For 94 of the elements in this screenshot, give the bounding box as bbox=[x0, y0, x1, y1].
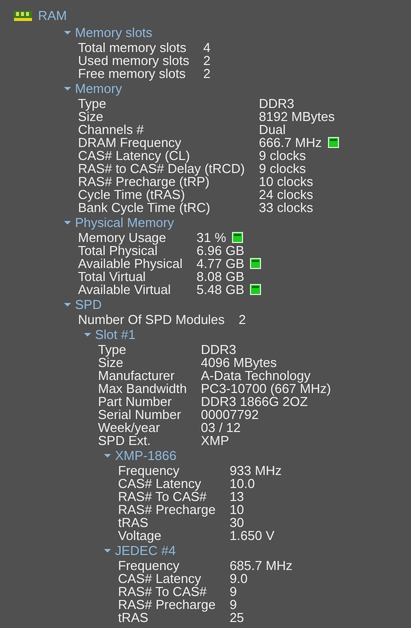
property-label: RAS# To CAS# bbox=[118, 490, 208, 503]
property-label: CAS# Latency bbox=[118, 572, 202, 585]
status-indicator-icon bbox=[250, 258, 262, 269]
property-label: Week/year bbox=[98, 421, 161, 434]
property-value: PC3-10700 (667 MHz) bbox=[200, 382, 331, 395]
section-title[interactable]: Memory bbox=[75, 80, 122, 97]
property-value: 666.7 MHz bbox=[258, 136, 322, 149]
property-value: DDR3 1866G 2OZ bbox=[200, 395, 308, 408]
section-title[interactable]: XMP-1866 bbox=[115, 447, 176, 464]
tree-root-title[interactable]: RAM bbox=[38, 7, 67, 24]
property-label: Available Virtual bbox=[78, 283, 172, 296]
property-value: 24 clocks bbox=[258, 188, 314, 201]
property-value: 4.77 GB bbox=[196, 257, 244, 270]
property-label: Used memory slots bbox=[78, 54, 190, 67]
property-value: 33 clocks bbox=[258, 201, 314, 214]
property-value: 685.7 MHz bbox=[230, 559, 292, 572]
property-label: Type bbox=[78, 97, 108, 110]
property-label: DRAM Frequency bbox=[78, 136, 182, 149]
property-value: 4096 MBytes bbox=[200, 356, 277, 369]
property-label: Cycle Time (tRAS) bbox=[78, 188, 185, 201]
property-label: Size bbox=[78, 110, 104, 123]
property-value: 8192 MBytes bbox=[258, 110, 335, 123]
property-label: Frequency bbox=[118, 559, 180, 572]
property-label: Voltage bbox=[118, 529, 162, 542]
property-value: 10.0 bbox=[230, 477, 255, 490]
property-value: 31 % bbox=[196, 231, 226, 244]
property-label: RAS# Precharge bbox=[118, 503, 216, 516]
property-value: 30 bbox=[230, 516, 244, 529]
property-label: RAS# To CAS# bbox=[118, 585, 208, 598]
property-value: 25 bbox=[230, 611, 244, 624]
property-value: 6.96 GB bbox=[196, 244, 244, 257]
collapse-arrow-icon[interactable] bbox=[104, 547, 111, 554]
property-value: 933 MHz bbox=[230, 464, 282, 477]
property-label: CAS# Latency bbox=[118, 477, 202, 490]
property-value: Dual bbox=[258, 123, 286, 136]
property-value: DDR3 bbox=[258, 97, 294, 110]
property-value: 9 bbox=[230, 598, 237, 611]
property-label: tRAS bbox=[118, 516, 150, 529]
property-label: Total Physical bbox=[78, 244, 158, 257]
collapse-arrow-icon[interactable] bbox=[84, 331, 91, 338]
property-value: 03 / 12 bbox=[200, 421, 241, 434]
property-value: 8.08 GB bbox=[196, 270, 244, 283]
property-value: 9 clocks bbox=[258, 149, 306, 162]
section-title[interactable]: SPD bbox=[75, 296, 102, 313]
property-label: Type bbox=[98, 343, 128, 356]
property-label: RAS# Precharge bbox=[118, 598, 216, 611]
property-label: Part Number bbox=[98, 395, 173, 408]
property-label: Channels # bbox=[78, 123, 145, 136]
property-value: 10 clocks bbox=[258, 175, 314, 188]
property-value: 2 bbox=[238, 313, 246, 326]
property-value: 4 bbox=[203, 41, 210, 54]
property-value: A-Data Technology bbox=[200, 369, 310, 382]
property-value: 13 bbox=[230, 490, 244, 503]
collapse-arrow-icon[interactable] bbox=[104, 452, 111, 459]
property-label: tRAS bbox=[118, 611, 150, 624]
property-value: 1.650 V bbox=[230, 529, 274, 542]
collapse-arrow-icon[interactable] bbox=[64, 301, 71, 308]
property-label: Total Virtual bbox=[78, 270, 146, 283]
collapse-arrow-icon[interactable] bbox=[64, 219, 71, 226]
collapse-arrow-icon[interactable] bbox=[64, 29, 71, 36]
property-label: Size bbox=[98, 356, 124, 369]
property-value: 9 clocks bbox=[258, 162, 306, 175]
property-value: 5.48 GB bbox=[196, 283, 244, 296]
section-title[interactable]: Memory slots bbox=[75, 24, 152, 41]
status-indicator-icon bbox=[328, 137, 339, 148]
status-indicator-icon bbox=[232, 232, 244, 243]
property-value: 9 bbox=[230, 585, 237, 598]
property-label: Total memory slots bbox=[78, 41, 188, 54]
property-label: Serial Number bbox=[98, 408, 182, 421]
section-title[interactable]: Physical Memory bbox=[75, 214, 174, 231]
property-label: Available Physical bbox=[78, 257, 183, 270]
property-label: RAS# to CAS# Delay (tRCD) bbox=[78, 162, 245, 175]
property-value: DDR3 bbox=[200, 343, 236, 356]
property-label: Bank Cycle Time (tRC) bbox=[78, 201, 212, 214]
property-value: XMP bbox=[200, 434, 230, 447]
status-indicator-icon bbox=[250, 284, 262, 295]
property-value: 10 bbox=[230, 503, 244, 516]
section-title[interactable]: JEDEC #4 bbox=[115, 542, 176, 559]
property-label: Memory Usage bbox=[78, 231, 168, 244]
property-label: SPD Ext. bbox=[98, 434, 151, 447]
property-label: Manufacturer bbox=[98, 369, 176, 382]
section-title[interactable]: Slot #1 bbox=[95, 326, 136, 343]
property-value: 00007792 bbox=[200, 408, 259, 421]
property-label: RAS# Precharge (tRP) bbox=[78, 175, 210, 188]
property-label: CAS# Latency (CL) bbox=[78, 149, 191, 162]
property-value: 9.0 bbox=[230, 572, 248, 585]
property-value: 2 bbox=[203, 67, 210, 80]
property-label: Max Bandwidth bbox=[98, 382, 187, 395]
collapse-arrow-icon[interactable] bbox=[64, 85, 71, 92]
property-label: Free memory slots bbox=[78, 67, 187, 80]
property-label: Frequency bbox=[118, 464, 180, 477]
memory-module-icon bbox=[14, 10, 32, 20]
property-label: Number Of SPD Modules bbox=[78, 313, 225, 326]
property-value: 2 bbox=[203, 54, 210, 67]
